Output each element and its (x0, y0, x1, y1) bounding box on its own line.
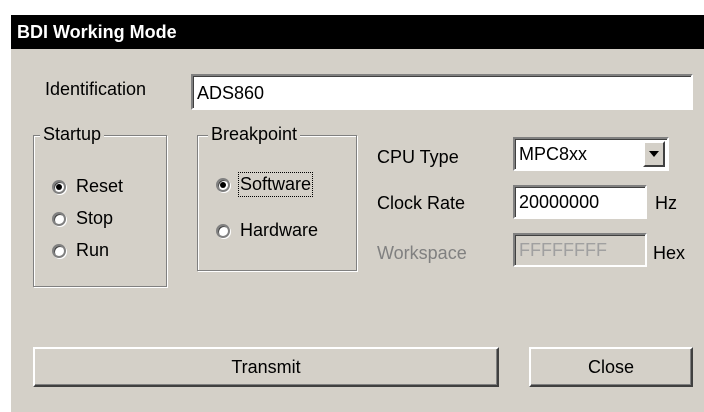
radio-icon (52, 179, 66, 194)
clock-rate-label: Clock Rate (377, 193, 466, 213)
breakpoint-hardware-label: Hardware (240, 220, 319, 240)
startup-reset-radio[interactable]: Reset (52, 176, 123, 197)
radio-icon (52, 243, 66, 258)
workspace-unit: Hex (653, 243, 686, 263)
chevron-down-icon[interactable] (643, 141, 665, 167)
breakpoint-software-label: Software (237, 172, 314, 197)
cpu-type-value: MPC8xx (519, 144, 588, 164)
radio-icon (216, 223, 230, 238)
breakpoint-hardware-radio[interactable]: Hardware (216, 220, 318, 241)
cpu-type-select[interactable]: MPC8xx (513, 137, 669, 171)
workspace-label: Workspace (377, 243, 467, 263)
clock-rate-unit: Hz (655, 193, 677, 213)
clock-rate-input[interactable]: 20000000 (513, 185, 647, 219)
radio-icon (216, 177, 230, 192)
breakpoint-group: Breakpoint Software Hardware (197, 124, 357, 271)
dialog-window: BDI Working Mode Identification ADS860 S… (10, 14, 704, 412)
workspace-input: FFFFFFFF (513, 233, 647, 267)
startup-reset-label: Reset (76, 176, 124, 196)
close-button[interactable]: Close (529, 347, 693, 387)
breakpoint-software-radio[interactable]: Software (216, 172, 314, 197)
cpu-type-label: CPU Type (377, 147, 459, 167)
radio-icon (52, 211, 66, 226)
breakpoint-legend: Breakpoint (208, 124, 301, 145)
startup-legend: Startup (40, 124, 105, 145)
identification-label: Identification (45, 79, 147, 99)
title-bar[interactable]: BDI Working Mode (11, 15, 704, 49)
startup-run-label: Run (76, 240, 110, 260)
identification-input[interactable]: ADS860 (191, 74, 693, 110)
startup-stop-label: Stop (76, 208, 114, 228)
window-title: BDI Working Mode (17, 22, 177, 42)
transmit-button[interactable]: Transmit (33, 347, 499, 387)
startup-group: Startup Reset Stop Run (33, 124, 167, 287)
startup-run-radio[interactable]: Run (52, 240, 109, 261)
startup-stop-radio[interactable]: Stop (52, 208, 113, 229)
